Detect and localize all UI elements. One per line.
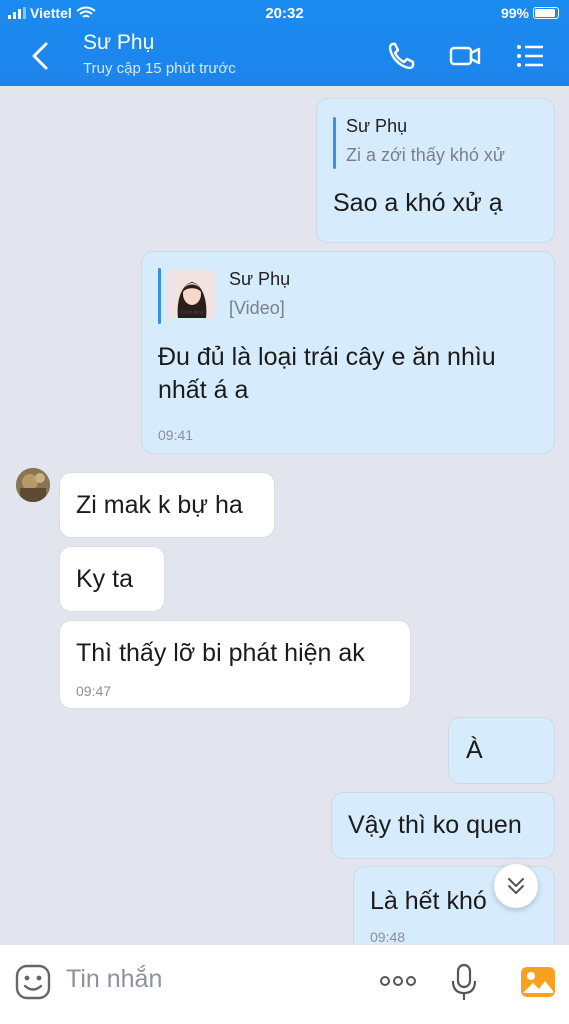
message-bubble-received[interactable]: Zi mak k bự ha: [59, 472, 275, 538]
message-bubble-received[interactable]: Thì thấy lỡ bi phát hiện ak 09:47: [59, 620, 411, 709]
quote-text: [Video]: [229, 298, 285, 318]
chevron-double-down-icon: [508, 878, 524, 894]
message-text: À: [466, 736, 483, 764]
status-bar: Viettel 20:32 99%: [0, 0, 569, 28]
message-bubble-received[interactable]: Ky ta: [59, 546, 165, 612]
quote-text: Zi a zới thấy khó xử: [346, 145, 505, 165]
message-text-line: Đu đủ là loại trái cây e ăn nhìu: [158, 343, 496, 371]
back-icon[interactable]: [26, 40, 56, 72]
thumbnail-caption: Cảnh tầng: [180, 310, 204, 316]
message-text: Là hết khó: [370, 887, 487, 915]
quote-author: Sư Phụ: [229, 269, 291, 289]
contact-name[interactable]: Sư Phụ: [83, 31, 154, 55]
video-thumbnail[interactable]: Cảnh tầng: [168, 270, 216, 318]
message-time: 09:48: [370, 929, 406, 944]
message-text: Zi mak k bự ha: [76, 491, 243, 519]
emoji-icon[interactable]: [14, 963, 52, 1001]
phone-icon[interactable]: [385, 40, 419, 72]
message-text: Vậy thì ko quen: [348, 811, 522, 839]
message-bubble-sent[interactable]: À: [448, 717, 555, 784]
message-bubble-sent[interactable]: Sư Phụ Zi a zới thấy khó xử Sao a khó xử…: [316, 98, 555, 243]
avatar-image: [16, 468, 50, 502]
clock: 20:32: [265, 5, 304, 22]
microphone-icon[interactable]: [450, 963, 478, 1003]
more-icon[interactable]: [378, 971, 418, 991]
battery-group: 99%: [501, 5, 559, 21]
quote-author: Sư Phụ: [346, 116, 408, 136]
battery-icon: [533, 7, 559, 19]
sender-avatar[interactable]: [16, 468, 50, 502]
message-text: Ky ta: [76, 565, 133, 593]
last-seen-status: Truy cập 15 phút trước: [83, 60, 236, 77]
message-bubble-sent[interactable]: Cảnh tầng Sư Phụ [Video] Đu đủ là loại t…: [141, 251, 555, 454]
message-time: 09:41: [158, 427, 194, 443]
battery-percent: 99%: [500, 5, 529, 21]
message-text: Thì thấy lỡ bi phát hiện ak: [76, 639, 365, 667]
message-text: Sao a khó xử ạ: [333, 189, 503, 217]
scroll-to-bottom-button[interactable]: [494, 864, 538, 908]
menu-list-icon[interactable]: [513, 40, 547, 72]
video-call-icon[interactable]: [448, 40, 482, 72]
message-bubble-sent[interactable]: Vậy thì ko quen: [331, 792, 555, 859]
chat-messages[interactable]: Sư Phụ Zi a zới thấy khó xử Sao a khó xử…: [0, 86, 569, 944]
quote-bar: [158, 268, 161, 324]
message-composer: Tin nhắn: [0, 944, 569, 1024]
message-input[interactable]: Tin nhắn: [66, 965, 162, 994]
quote-bar: [333, 117, 336, 169]
image-icon[interactable]: [519, 963, 557, 1001]
message-text-line: nhất á a: [158, 376, 249, 404]
message-time: 09:47: [76, 683, 112, 699]
chat-header: Viettel 20:32 99% Sư Phụ Truy cập 15 phú…: [0, 0, 569, 86]
